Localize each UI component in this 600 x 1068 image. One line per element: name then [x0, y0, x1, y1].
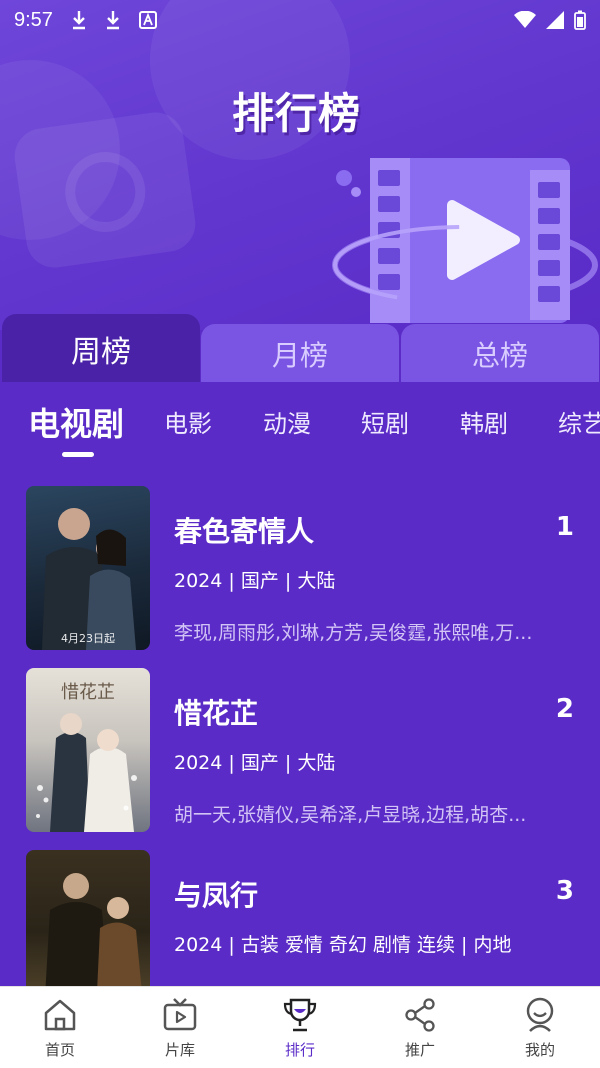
svg-text:惜花芷: 惜花芷 [61, 682, 115, 703]
poster-image: 与凤 [26, 850, 150, 986]
video-player-illustration [332, 158, 598, 323]
item-title: 与凤行 [174, 879, 259, 912]
item-meta: 2024 | 国产 | 大陆 [174, 570, 336, 592]
poster-artwork: 与凤 [45, 873, 142, 986]
item-meta: 2024 | 国产 | 大陆 [174, 752, 336, 774]
download-icon [72, 11, 85, 30]
nav-label: 首页 [44, 1041, 75, 1059]
category-tab-movies[interactable]: 电影 [164, 404, 212, 439]
status-bar: 9:57 [0, 0, 600, 40]
app-notification-icon [138, 11, 157, 29]
poster-caption: 4月23日起 [61, 632, 115, 645]
rank-number: 3 [555, 876, 574, 906]
decor-camera-illustration [11, 108, 199, 272]
tv-icon [163, 998, 197, 1031]
item-cast: 胡一天,张婧仪,吴希泽,卢昱晓,边程,胡杏... [174, 804, 527, 826]
poster-image: 惜花芷 [26, 668, 150, 832]
nav-promote[interactable]: 推广 [360, 987, 480, 1068]
nav-label: 片库 [164, 1041, 195, 1059]
category-tab-korean-drama[interactable]: 韩剧 [460, 404, 508, 439]
category-tab-tv-series[interactable]: 电视剧 [28, 399, 124, 445]
active-tab-indicator [62, 452, 94, 457]
page-title: 排行榜 [232, 89, 362, 138]
ranking-list: 4月23日起 春色寄情人 1 2024 | 国产 | 大陆 李现,周雨彤,刘琳,… [0, 486, 600, 986]
ranking-item[interactable]: 惜花芷 惜花芷 2 2024 | 国产 | 大陆 胡一天,张婧仪,吴希泽,卢昱晓… [0, 668, 600, 850]
category-tab-variety[interactable]: 综艺 [558, 404, 600, 439]
nav-label: 我的 [524, 1041, 555, 1059]
category-tabs: 电视剧 电影 动漫 短剧 韩剧 综艺 [0, 382, 600, 472]
nav-label: 推广 [404, 1041, 435, 1059]
item-title: 春色寄情人 [174, 515, 315, 548]
nav-library[interactable]: 片库 [120, 987, 240, 1068]
nav-ranking[interactable]: 排行 [240, 987, 360, 1068]
share-icon [405, 998, 435, 1032]
trophy-icon [283, 998, 317, 1032]
period-tabs: 周榜 月榜 总榜 [0, 312, 600, 384]
tab-all-time[interactable]: 总榜 [401, 324, 599, 384]
battery-icon [574, 10, 586, 30]
category-tab-short-drama[interactable]: 短剧 [361, 404, 409, 439]
nav-label: 排行 [284, 1041, 315, 1059]
poster-artwork: 惜花芷 [36, 682, 137, 832]
nav-home[interactable]: 首页 [0, 987, 120, 1068]
rank-number: 1 [555, 512, 574, 542]
ranking-item[interactable]: 4月23日起 春色寄情人 1 2024 | 国产 | 大陆 李现,周雨彤,刘琳,… [0, 486, 600, 668]
tab-monthly[interactable]: 月榜 [201, 324, 399, 384]
item-title: 惜花芷 [174, 697, 259, 730]
profile-icon [526, 997, 554, 1032]
ranking-item[interactable]: 与凤 与凤行 3 2024 | 古装 爱情 奇幻 剧情 连续 | 内地 [0, 850, 600, 986]
poster-artwork [42, 508, 136, 650]
download-icon [106, 11, 119, 30]
ranking-content: 电视剧 电影 动漫 短剧 韩剧 综艺 4月23日起 春色寄情人 1 2024 |… [0, 382, 600, 986]
tab-weekly[interactable]: 周榜 [2, 314, 200, 384]
signal-icon [546, 11, 564, 29]
wifi-icon [514, 11, 536, 28]
nav-profile[interactable]: 我的 [480, 987, 600, 1068]
bottom-navigation: 首页 片库 排行 推广 我的 [0, 986, 600, 1068]
status-time: 9:57 [14, 8, 53, 31]
item-meta: 2024 | 古装 爱情 奇幻 剧情 连续 | 内地 [174, 934, 512, 956]
item-cast: 李现,周雨彤,刘琳,方芳,吴俊霆,张熙唯,万... [174, 622, 533, 644]
poster-image: 4月23日起 [26, 486, 150, 650]
home-icon [44, 999, 76, 1031]
category-tab-anime[interactable]: 动漫 [263, 404, 311, 439]
header-banner: 9:57 排行榜 [0, 0, 600, 330]
rank-number: 2 [555, 694, 574, 724]
